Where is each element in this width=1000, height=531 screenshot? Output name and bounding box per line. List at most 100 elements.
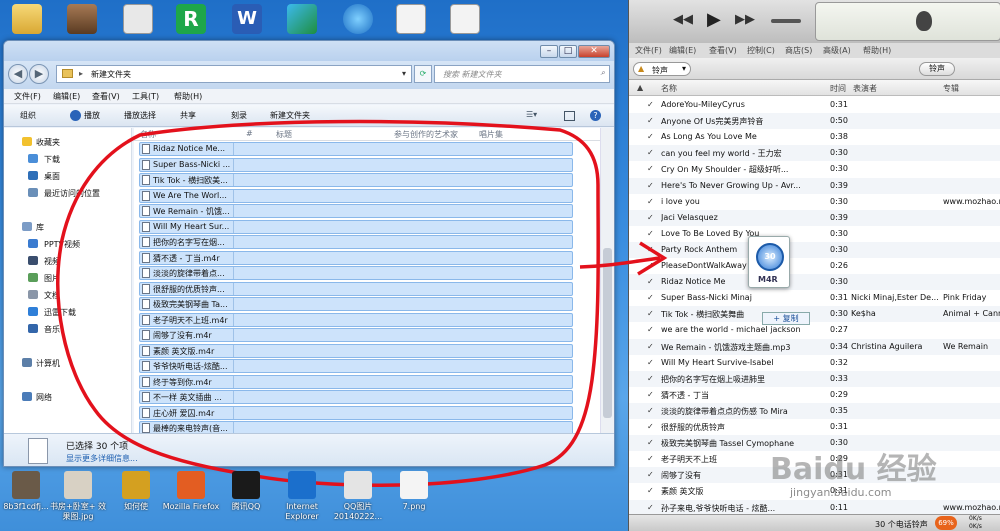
scroll-thumb[interactable] [603, 248, 612, 418]
track-checkbox[interactable]: ✓ [647, 261, 654, 270]
new-folder-button[interactable]: 新建文件夹 [270, 110, 310, 121]
track-row[interactable]: ✓ Will My Heart Survive-Isabel 0:32 [629, 354, 1000, 371]
file-row[interactable]: 不一样 英文插曲 ... [139, 390, 573, 404]
file-row[interactable]: 庄心妍 爱囚.m4r [139, 405, 573, 420]
track-row[interactable]: ✓ Jaci Velasquez 0:39 [629, 209, 1000, 226]
track-row[interactable]: ✓ Love To Be Loved By You 0:30 [629, 225, 1000, 242]
maximize-button[interactable]: □ [559, 45, 577, 58]
close-button[interactable]: ✕ [578, 45, 610, 58]
menu-edit[interactable]: 编辑(E) [53, 91, 80, 102]
track-row[interactable]: ✓ we are the world - michael jackson 0:27 [629, 322, 1000, 339]
burn-button[interactable]: 刻录 [231, 110, 247, 121]
address-bar[interactable]: ▸ 新建文件夹 ▾ [56, 65, 412, 83]
track-checkbox[interactable]: ✓ [647, 406, 654, 415]
folder-icon[interactable] [12, 4, 42, 34]
refresh-button[interactable]: ⟳ [414, 65, 432, 83]
file-row[interactable]: 终于等到你.m4r [139, 374, 573, 389]
nav-favorites[interactable]: 收藏夹 [36, 137, 60, 148]
file-row[interactable]: 老子明天不上班.m4r [139, 312, 573, 327]
player-icon[interactable] [287, 4, 317, 34]
file-row[interactable]: 极致完美钢琴曲 Ta... [139, 297, 573, 311]
menu-view[interactable]: 查看(V) [92, 91, 120, 102]
nav-pictures[interactable]: 图片 [44, 273, 60, 284]
track-checkbox[interactable]: ✓ [647, 325, 654, 334]
file-row[interactable]: 爷爷快听电话-炫酷... [139, 359, 573, 373]
photo-icon[interactable] [12, 471, 40, 499]
document-icon[interactable] [123, 4, 153, 34]
col-track-name[interactable]: 名称 [661, 83, 677, 94]
file-row[interactable]: Super Bass-Nicki ... [139, 157, 573, 172]
track-row[interactable]: ✓ can you feel my world - 王力宏 0:30 [629, 145, 1000, 162]
nav-computer[interactable]: 计算机 [36, 358, 60, 369]
file-row[interactable]: 闹够了没有.m4r [139, 328, 573, 342]
nav-downloads[interactable]: 下载 [44, 154, 60, 165]
it-menu-control[interactable]: 控制(C) [747, 45, 775, 56]
file-row[interactable]: 猜不透 - 丁当.m4r [139, 250, 573, 265]
sort-up-icon[interactable]: ▲ [637, 83, 643, 92]
menu-help[interactable]: 帮助(H) [174, 91, 202, 102]
minimize-button[interactable]: – [540, 45, 558, 58]
file-row[interactable]: We Remain - 饥饿... [139, 204, 573, 218]
track-checkbox[interactable]: ✓ [647, 213, 654, 222]
col-time[interactable]: 时间 [830, 83, 846, 94]
track-checkbox[interactable]: ✓ [647, 148, 654, 157]
it-menu-file[interactable]: 文件(F) [635, 45, 662, 56]
r-app-icon[interactable]: R [176, 4, 206, 34]
file-row[interactable]: Ridaz Notice Me... [139, 142, 573, 156]
play-button[interactable]: 播放 [84, 110, 100, 121]
track-checkbox[interactable]: ✓ [647, 390, 654, 399]
app-icon[interactable] [122, 471, 150, 499]
track-checkbox[interactable]: ✓ [647, 486, 654, 495]
it-menu-store[interactable]: 商店(S) [785, 45, 812, 56]
view-options-icon[interactable]: ☰▾ [526, 110, 537, 119]
col-title[interactable]: 标题 [276, 129, 292, 140]
track-checkbox[interactable]: ✓ [647, 100, 654, 109]
ie-icon[interactable] [288, 471, 316, 499]
track-checkbox[interactable]: ✓ [647, 454, 654, 463]
ringtone-tab-button[interactable]: 铃声 [919, 62, 955, 76]
show-details-link[interactable]: 显示更多详细信息... [66, 453, 138, 464]
qq-icon[interactable] [232, 471, 260, 499]
track-checkbox[interactable]: ✓ [647, 374, 654, 383]
track-checkbox[interactable]: ✓ [647, 293, 654, 302]
play-selection-button[interactable]: 播放选择 [124, 110, 156, 121]
forward-button[interactable]: ▶ [29, 64, 49, 84]
track-checkbox[interactable]: ✓ [647, 164, 654, 173]
image-icon[interactable] [64, 471, 92, 499]
track-checkbox[interactable]: ✓ [647, 132, 654, 141]
file-row[interactable]: 淡淡的旋律带着点... [139, 266, 573, 280]
file-row[interactable]: 把你的名字写在烟... [139, 235, 573, 249]
document-icon[interactable] [396, 4, 426, 34]
word-icon[interactable]: W [232, 4, 262, 34]
track-row[interactable]: ✓ We Remain - 饥饿游戏主题曲.mp3 0:34 Christina Ag… [629, 338, 1000, 355]
track-row[interactable]: ✓ i love you 0:30 www.mozhao.net [629, 193, 1000, 210]
it-menu-help[interactable]: 帮助(H) [863, 45, 891, 56]
itunes-icon[interactable] [343, 4, 373, 34]
track-checkbox[interactable]: ✓ [647, 342, 654, 351]
track-row[interactable]: ✓ 把你的名字写在烟上吸进肺里 0:33 [629, 370, 1000, 387]
track-row[interactable]: ✓ Here's To Never Growing Up - Avr... 0:39 [629, 177, 1000, 194]
search-icon[interactable]: ⌕ [601, 68, 605, 78]
track-checkbox[interactable]: ✓ [647, 309, 654, 318]
track-checkbox[interactable]: ✓ [647, 229, 654, 238]
track-row[interactable]: ✓ PleaseDontWalkAway 0:26 [629, 258, 1000, 274]
track-checkbox[interactable]: ✓ [647, 470, 654, 479]
track-row[interactable]: ✓ Ridaz Notice Me 0:30 [629, 274, 1000, 291]
col-number[interactable]: # [246, 129, 253, 138]
source-dropdown[interactable]: ▲ 铃声 ▾ [633, 62, 691, 76]
vertical-scrollbar[interactable] [600, 128, 614, 433]
back-button[interactable]: ◀ [8, 64, 28, 84]
track-row[interactable]: ✓ 淡淡的旋律带着点点的伤感 To Mira 0:35 [629, 402, 1000, 419]
track-checkbox[interactable]: ✓ [647, 277, 654, 286]
image-icon[interactable] [400, 471, 428, 499]
track-row[interactable]: ✓ 很舒服的优质铃声 0:31 [629, 419, 1000, 435]
share-button[interactable]: 共享 [180, 110, 196, 121]
track-checkbox[interactable]: ✓ [647, 358, 654, 367]
it-menu-edit[interactable]: 编辑(E) [669, 45, 696, 56]
chevron-down-icon[interactable]: ▾ [402, 69, 406, 78]
image-icon[interactable] [344, 471, 372, 499]
play-icon[interactable]: ▶ [707, 9, 721, 30]
search-input[interactable]: 搜索 新建文件夹 ⌕ [434, 65, 610, 83]
track-checkbox[interactable]: ✓ [647, 438, 654, 447]
firefox-icon[interactable] [177, 471, 205, 499]
